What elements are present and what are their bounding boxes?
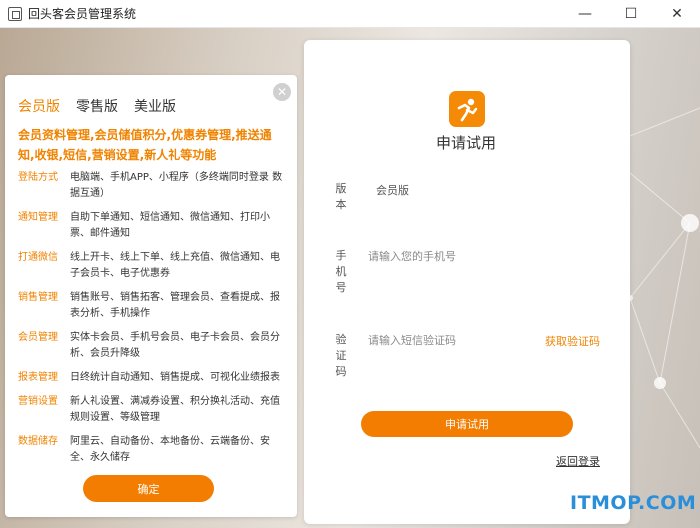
feature-label: 通知管理 xyxy=(18,212,58,223)
list-item: 打通微信 线上开卡、线上下单、线上充值、微信通知、电子会员卡、电子优惠券 xyxy=(18,250,288,282)
phone-input[interactable] xyxy=(368,248,598,264)
code-label-char: 证 xyxy=(335,349,347,362)
feature-text: 自助下单通知、短信通知、微信通知、打印小票、邮件通知 xyxy=(70,212,270,239)
get-code-button[interactable]: 获取验证码 xyxy=(545,333,600,349)
feature-label: 打通微信 xyxy=(18,252,58,263)
tab-beauty-edition[interactable]: 美业版 xyxy=(134,96,176,116)
logo-glyph xyxy=(457,98,478,122)
edition-tabs: 会员版 零售版 美业版 xyxy=(18,96,176,116)
list-item: 销售管理 销售账号、销售拓客、管理会员、查看提成、报表分析、手机操作 xyxy=(18,290,288,322)
feature-text: 新人礼设置、满减券设置、积分换礼活动、充值规则设置、等级管理 xyxy=(70,396,280,423)
feature-text: 电脑端、手机APP、小程序（多终端同时登录 数据互通） xyxy=(70,172,283,199)
site-watermark: ITMOP.COM xyxy=(570,492,697,514)
list-item: 会员管理 实体卡会员、手机号会员、电子卡会员、会员分析、会员升降级 xyxy=(18,330,288,362)
feature-label: 营销设置 xyxy=(18,396,58,407)
list-item: 登陆方式 电脑端、手机APP、小程序（多终端同时登录 数据互通） xyxy=(18,170,288,202)
feature-label: 销售管理 xyxy=(18,292,58,303)
form-title: 申请试用 xyxy=(436,134,497,152)
list-item: 营销设置 新人礼设置、满减券设置、积分换礼活动、充值规则设置、等级管理 xyxy=(18,394,288,426)
version-label-char: 版 xyxy=(335,182,347,195)
version-value: 会员版 xyxy=(376,184,409,197)
feature-text: 实体卡会员、手机号会员、电子卡会员、会员分析、会员升降级 xyxy=(70,332,280,359)
apply-trial-button[interactable]: 申请试用 xyxy=(361,411,573,437)
version-label-char: 本 xyxy=(335,198,347,211)
maximize-button[interactable]: ☐ xyxy=(608,0,654,28)
feature-label: 数据储存 xyxy=(18,436,58,447)
title-bar: 回头客会员管理系统 — ☐ ✕ xyxy=(0,0,700,28)
list-item: 数据储存 阿里云、自动备份、本地备份、云端备份、安全、永久储存 xyxy=(18,434,288,466)
runner-logo-icon xyxy=(449,91,485,127)
phone-label-char: 机 xyxy=(335,265,347,278)
feature-label: 登陆方式 xyxy=(18,172,58,183)
tab-member-edition[interactable]: 会员版 xyxy=(18,96,60,116)
confirm-button[interactable]: 确定 xyxy=(83,475,214,502)
code-label-char: 码 xyxy=(335,365,347,378)
back-to-login-link[interactable]: 返回登录 xyxy=(556,453,600,469)
app-window-icon xyxy=(8,6,22,21)
feature-label: 报表管理 xyxy=(18,372,58,383)
feature-list: 登陆方式 电脑端、手机APP、小程序（多终端同时登录 数据互通） 通知管理 自助… xyxy=(18,170,288,474)
phone-label-char: 号 xyxy=(335,281,347,294)
window-controls: — ☐ ✕ xyxy=(562,0,700,28)
feature-text: 阿里云、自动备份、本地备份、云端备份、安全、永久储存 xyxy=(70,436,270,463)
sms-code-input[interactable] xyxy=(368,332,538,348)
close-icon[interactable]: ✕ xyxy=(273,83,291,101)
feature-headline: 会员资料管理,会员储值积分,优惠券管理,推送通知,收银,短信,营销设置,新人礼等… xyxy=(18,128,272,162)
list-item: 通知管理 自助下单通知、短信通知、微信通知、打印小票、邮件通知 xyxy=(18,210,288,242)
tab-retail-edition[interactable]: 零售版 xyxy=(76,96,118,116)
feature-text: 日终统计自动通知、销售提成、可视化业绩报表 xyxy=(70,372,280,383)
list-item: 报表管理 日终统计自动通知、销售提成、可视化业绩报表 xyxy=(18,370,288,386)
feature-text: 销售账号、销售拓客、管理会员、查看提成、报表分析、手机操作 xyxy=(70,292,280,319)
window-title: 回头客会员管理系统 xyxy=(28,7,137,21)
feature-text: 线上开卡、线上下单、线上充值、微信通知、电子会员卡、电子优惠券 xyxy=(70,252,280,279)
feature-label: 会员管理 xyxy=(18,332,58,343)
phone-label: 手 机 号 xyxy=(334,248,348,296)
close-window-button[interactable]: ✕ xyxy=(654,0,700,28)
code-label-char: 验 xyxy=(335,333,347,346)
minimize-button[interactable]: — xyxy=(562,0,608,28)
phone-label-char: 手 xyxy=(335,249,347,262)
version-label: 版 本 xyxy=(334,181,348,213)
code-label: 验 证 码 xyxy=(334,332,348,380)
